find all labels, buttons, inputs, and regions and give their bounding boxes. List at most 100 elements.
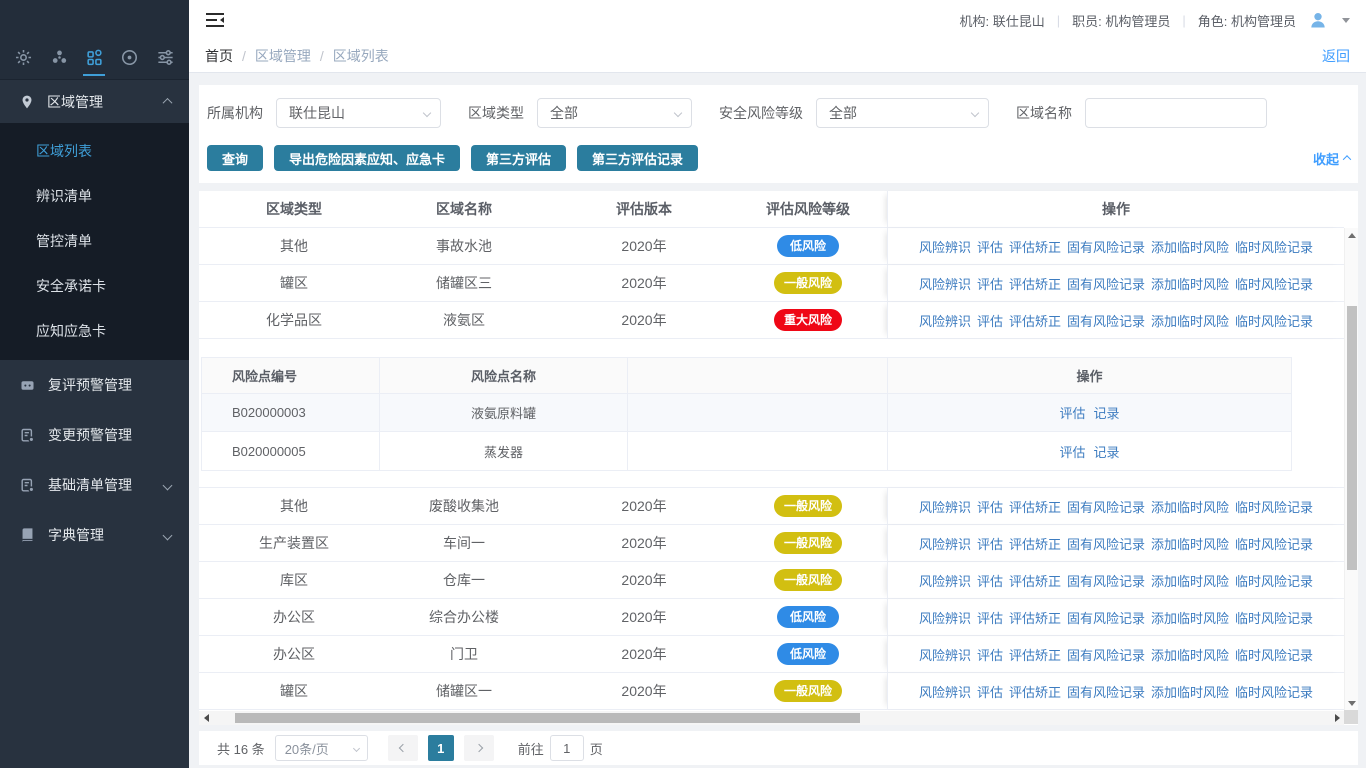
org-select[interactable]: 联仕昆山 (276, 98, 441, 128)
horizontal-scrollbar[interactable] (199, 711, 1344, 725)
sidebar-item-dictionary[interactable]: 字典管理 (0, 510, 189, 560)
collapse-filters-link[interactable]: 收起 (1313, 149, 1350, 168)
target-icon[interactable] (118, 45, 142, 69)
op-link[interactable]: 添加临时风险 (1151, 682, 1229, 701)
op-link[interactable]: 风险辨识 (919, 645, 971, 664)
op-link[interactable]: 评估 (977, 311, 1003, 330)
op-link[interactable]: 临时风险记录 (1235, 534, 1313, 553)
op-link[interactable]: 评估 (977, 608, 1003, 627)
scroll-left-button[interactable] (199, 711, 213, 725)
grid-icon[interactable] (82, 45, 106, 69)
op-link[interactable]: 临时风险记录 (1235, 311, 1313, 330)
op-link[interactable]: 添加临时风险 (1151, 274, 1229, 293)
goto-page-input[interactable] (550, 735, 584, 761)
op-link[interactable]: 风险辨识 (919, 497, 971, 516)
sidebar-collapse-icon[interactable] (205, 12, 225, 28)
op-link[interactable]: 添加临时风险 (1151, 311, 1229, 330)
op-link[interactable]: 固有风险记录 (1067, 311, 1145, 330)
op-link[interactable]: 固有风险记录 (1067, 534, 1145, 553)
breadcrumb-home[interactable]: 首页 (205, 46, 233, 66)
op-link[interactable]: 风险辨识 (919, 608, 971, 627)
region-name-input[interactable] (1085, 98, 1267, 128)
op-link[interactable]: 添加临时风险 (1151, 497, 1229, 516)
op-link[interactable]: 风险辨识 (919, 682, 971, 701)
sidebar-item-re-evaluation-warning[interactable]: 复评预警管理 (0, 360, 189, 410)
sidebar-item-change-warning[interactable]: 变更预警管理 (0, 410, 189, 460)
sliders-icon[interactable] (153, 45, 177, 69)
op-link[interactable]: 临时风险记录 (1235, 497, 1313, 516)
export-hazard-cards-button[interactable]: 导出危险因素应知、应急卡 (274, 145, 460, 171)
op-link[interactable]: 评估 (977, 645, 1003, 664)
op-link[interactable]: 风险辨识 (919, 534, 971, 553)
op-link[interactable]: 临时风险记录 (1235, 571, 1313, 590)
prev-page-button[interactable] (388, 735, 418, 761)
region-type-select[interactable]: 全部 (537, 98, 692, 128)
sidebar-item-emergency-card[interactable]: 应知应急卡 (0, 309, 189, 354)
op-link[interactable]: 固有风险记录 (1067, 645, 1145, 664)
sidebar-item-safety-commitment-card[interactable]: 安全承诺卡 (0, 264, 189, 309)
op-link[interactable]: 风险辨识 (919, 311, 971, 330)
op-link[interactable]: 固有风险记录 (1067, 608, 1145, 627)
op-link[interactable]: 评估矫正 (1009, 571, 1061, 590)
op-link[interactable]: 固有风险记录 (1067, 571, 1145, 590)
op-link[interactable]: 临时风险记录 (1235, 274, 1313, 293)
third-party-assess-button[interactable]: 第三方评估 (471, 145, 566, 171)
horizontal-scrollbar-thumb[interactable] (235, 713, 860, 723)
op-link[interactable]: 固有风险记录 (1067, 682, 1145, 701)
op-link[interactable]: 添加临时风险 (1151, 237, 1229, 256)
op-link[interactable]: 固有风险记录 (1067, 274, 1145, 293)
op-link[interactable]: 评估矫正 (1009, 237, 1061, 256)
next-page-button[interactable] (464, 735, 494, 761)
op-link[interactable]: 风险辨识 (919, 237, 971, 256)
op-link[interactable]: 评估 (1059, 403, 1085, 422)
op-link[interactable]: 评估矫正 (1009, 608, 1061, 627)
sidebar-item-identify-list[interactable]: 辨识清单 (0, 174, 189, 219)
op-link[interactable]: 临时风险记录 (1235, 682, 1313, 701)
page-size-select[interactable]: 20条/页 (275, 735, 368, 761)
fan-icon[interactable] (47, 45, 71, 69)
scroll-right-button[interactable] (1330, 711, 1344, 725)
gear-icon[interactable] (12, 45, 36, 69)
query-button[interactable]: 查询 (207, 145, 263, 171)
op-link[interactable]: 评估 (977, 497, 1003, 516)
sidebar-item-basic-list[interactable]: 基础清单管理 (0, 460, 189, 510)
op-link[interactable]: 固有风险记录 (1067, 497, 1145, 516)
sidebar-item-region-list[interactable]: 区域列表 (0, 129, 189, 174)
op-link[interactable]: 评估矫正 (1009, 645, 1061, 664)
breadcrumb-region-management[interactable]: 区域管理 (255, 46, 311, 66)
avatar[interactable] (1308, 10, 1328, 30)
sidebar-item-control-list[interactable]: 管控清单 (0, 219, 189, 264)
back-link[interactable]: 返回 (1322, 46, 1350, 66)
vertical-scrollbar[interactable] (1344, 228, 1358, 710)
op-link[interactable]: 评估 (977, 274, 1003, 293)
scroll-down-button[interactable] (1345, 696, 1359, 710)
op-link[interactable]: 评估矫正 (1009, 497, 1061, 516)
third-party-assess-records-button[interactable]: 第三方评估记录 (577, 145, 698, 171)
op-link[interactable]: 评估 (977, 534, 1003, 553)
op-link[interactable]: 临时风险记录 (1235, 645, 1313, 664)
op-link[interactable]: 添加临时风险 (1151, 571, 1229, 590)
op-link[interactable]: 评估矫正 (1009, 274, 1061, 293)
op-link[interactable]: 固有风险记录 (1067, 237, 1145, 256)
op-link[interactable]: 评估矫正 (1009, 682, 1061, 701)
risk-level-select[interactable]: 全部 (816, 98, 989, 128)
op-link[interactable]: 评估矫正 (1009, 534, 1061, 553)
op-link[interactable]: 风险辨识 (919, 571, 971, 590)
vertical-scrollbar-thumb[interactable] (1347, 306, 1357, 570)
op-link[interactable]: 评估 (1059, 442, 1085, 461)
scroll-up-button[interactable] (1345, 228, 1359, 242)
op-link[interactable]: 评估 (977, 237, 1003, 256)
op-link[interactable]: 记录 (1094, 442, 1120, 461)
op-link[interactable]: 评估 (977, 682, 1003, 701)
op-link[interactable]: 记录 (1094, 403, 1120, 422)
chevron-down-icon[interactable] (1342, 18, 1350, 23)
op-link[interactable]: 添加临时风险 (1151, 608, 1229, 627)
op-link[interactable]: 添加临时风险 (1151, 645, 1229, 664)
op-link[interactable]: 临时风险记录 (1235, 237, 1313, 256)
op-link[interactable]: 评估 (977, 571, 1003, 590)
op-link[interactable]: 添加临时风险 (1151, 534, 1229, 553)
op-link[interactable]: 风险辨识 (919, 274, 971, 293)
op-link[interactable]: 评估矫正 (1009, 311, 1061, 330)
sidebar-item-region-management[interactable]: 区域管理 (0, 80, 189, 123)
op-link[interactable]: 临时风险记录 (1235, 608, 1313, 627)
